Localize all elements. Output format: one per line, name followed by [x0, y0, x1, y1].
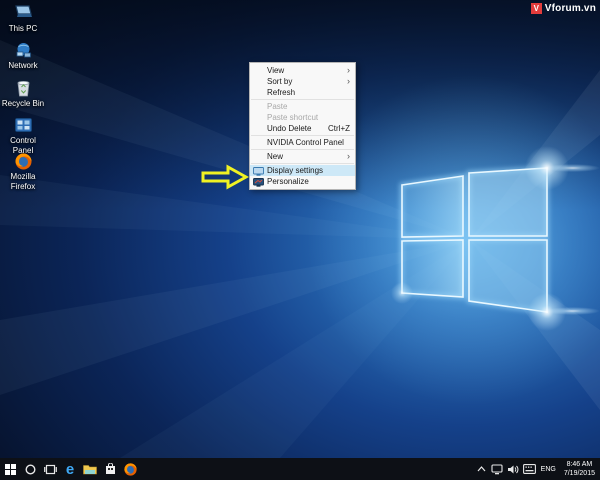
system-tray: ENG 8:46 AM 7/19/2015 [475, 458, 600, 480]
control-panel-icon [11, 116, 35, 134]
file-explorer-button[interactable] [80, 458, 100, 480]
menu-separator [251, 163, 354, 164]
cortana-search-button[interactable] [20, 458, 40, 480]
language-indicator[interactable]: ENG [539, 466, 558, 473]
menu-separator [251, 135, 354, 136]
menu-separator [251, 99, 354, 100]
submenu-arrow-icon: › [347, 76, 350, 87]
desktop-icon-network[interactable]: Network [0, 41, 46, 71]
network-icon [11, 41, 35, 59]
menu-item-label: NVIDIA Control Panel [267, 138, 344, 147]
menu-item-view[interactable]: View › [250, 65, 355, 76]
firefox-taskbar-button[interactable] [120, 458, 140, 480]
menu-item-label: Paste shortcut [267, 113, 318, 122]
menu-item-paste[interactable]: Paste [250, 101, 355, 112]
menu-item-shortcut: Ctrl+Z [328, 124, 350, 133]
watermark: V Vforum.vn [531, 3, 596, 14]
menu-item-refresh[interactable]: Refresh [250, 87, 355, 98]
desktop-context-menu: View › Sort by › Refresh Paste Paste sho… [249, 62, 356, 190]
menu-item-label: Personalize [267, 177, 309, 186]
firefox-icon [124, 463, 137, 476]
edge-icon: e [66, 462, 74, 477]
taskbar-clock[interactable]: 8:46 AM 7/19/2015 [561, 460, 598, 478]
desktop-icon-label: Mozilla Firefox [1, 172, 45, 191]
desktop-icon-recycle-bin[interactable]: Recycle Bin [0, 79, 46, 109]
clock-time: 8:46 AM [564, 460, 595, 469]
personalize-icon [253, 178, 264, 189]
watermark-text: Vforum.vn [545, 3, 596, 14]
menu-item-nvidia-control-panel[interactable]: NVIDIA Control Panel [250, 137, 355, 148]
desktop-icon-control-panel[interactable]: Control Panel [0, 116, 46, 155]
desktop-icon-label: This PC [9, 24, 37, 34]
desktop-icon-this-pc[interactable]: This PC [0, 4, 46, 34]
menu-item-undo-delete[interactable]: Undo Delete Ctrl+Z [250, 123, 355, 134]
network-tray-icon[interactable] [491, 462, 504, 476]
menu-item-label: Display settings [267, 166, 323, 175]
menu-item-label: Sort by [267, 77, 292, 86]
menu-item-label: View [267, 66, 284, 75]
highlight-arrow-annotation [201, 164, 249, 190]
taskbar-buttons: e [0, 458, 140, 480]
watermark-logo: V [531, 3, 542, 14]
task-view-icon [44, 464, 57, 475]
store-bag-icon [105, 463, 116, 475]
task-view-button[interactable] [40, 458, 60, 480]
start-button[interactable] [0, 458, 20, 480]
submenu-arrow-icon: › [347, 151, 350, 162]
store-button[interactable] [100, 458, 120, 480]
menu-item-paste-shortcut[interactable]: Paste shortcut [250, 112, 355, 123]
this-pc-icon [11, 4, 35, 22]
desktop-icon-label: Network [8, 61, 37, 71]
menu-item-label: Refresh [267, 88, 295, 97]
menu-item-label: New [267, 152, 283, 161]
menu-item-sort-by[interactable]: Sort by › [250, 76, 355, 87]
edge-button[interactable]: e [60, 458, 80, 480]
volume-icon[interactable] [507, 462, 520, 476]
desktop-icon-mozilla-firefox[interactable]: Mozilla Firefox [0, 152, 46, 191]
clock-date: 7/19/2015 [564, 469, 595, 478]
menu-item-display-settings[interactable]: Display settings [250, 165, 355, 176]
menu-item-label: Paste [267, 102, 287, 111]
touch-keyboard-icon[interactable] [523, 462, 536, 476]
file-explorer-icon [83, 464, 97, 475]
cortana-circle-icon [25, 464, 36, 475]
submenu-arrow-icon: › [347, 65, 350, 76]
hidden-icons-chevron[interactable] [475, 462, 488, 476]
recycle-bin-icon [11, 79, 35, 97]
menu-item-new[interactable]: New › [250, 151, 355, 162]
menu-item-label: Undo Delete [267, 124, 311, 133]
menu-separator [251, 149, 354, 150]
taskbar: e [0, 458, 600, 480]
firefox-icon [11, 152, 35, 170]
desktop-background[interactable]: V Vforum.vn This PC Netwo [0, 0, 600, 458]
menu-item-personalize[interactable]: Personalize [250, 176, 355, 187]
windows-desktop-screen: V Vforum.vn This PC Netwo [0, 0, 600, 480]
windows-logo-icon [5, 464, 16, 475]
desktop-icon-label: Recycle Bin [2, 99, 44, 109]
